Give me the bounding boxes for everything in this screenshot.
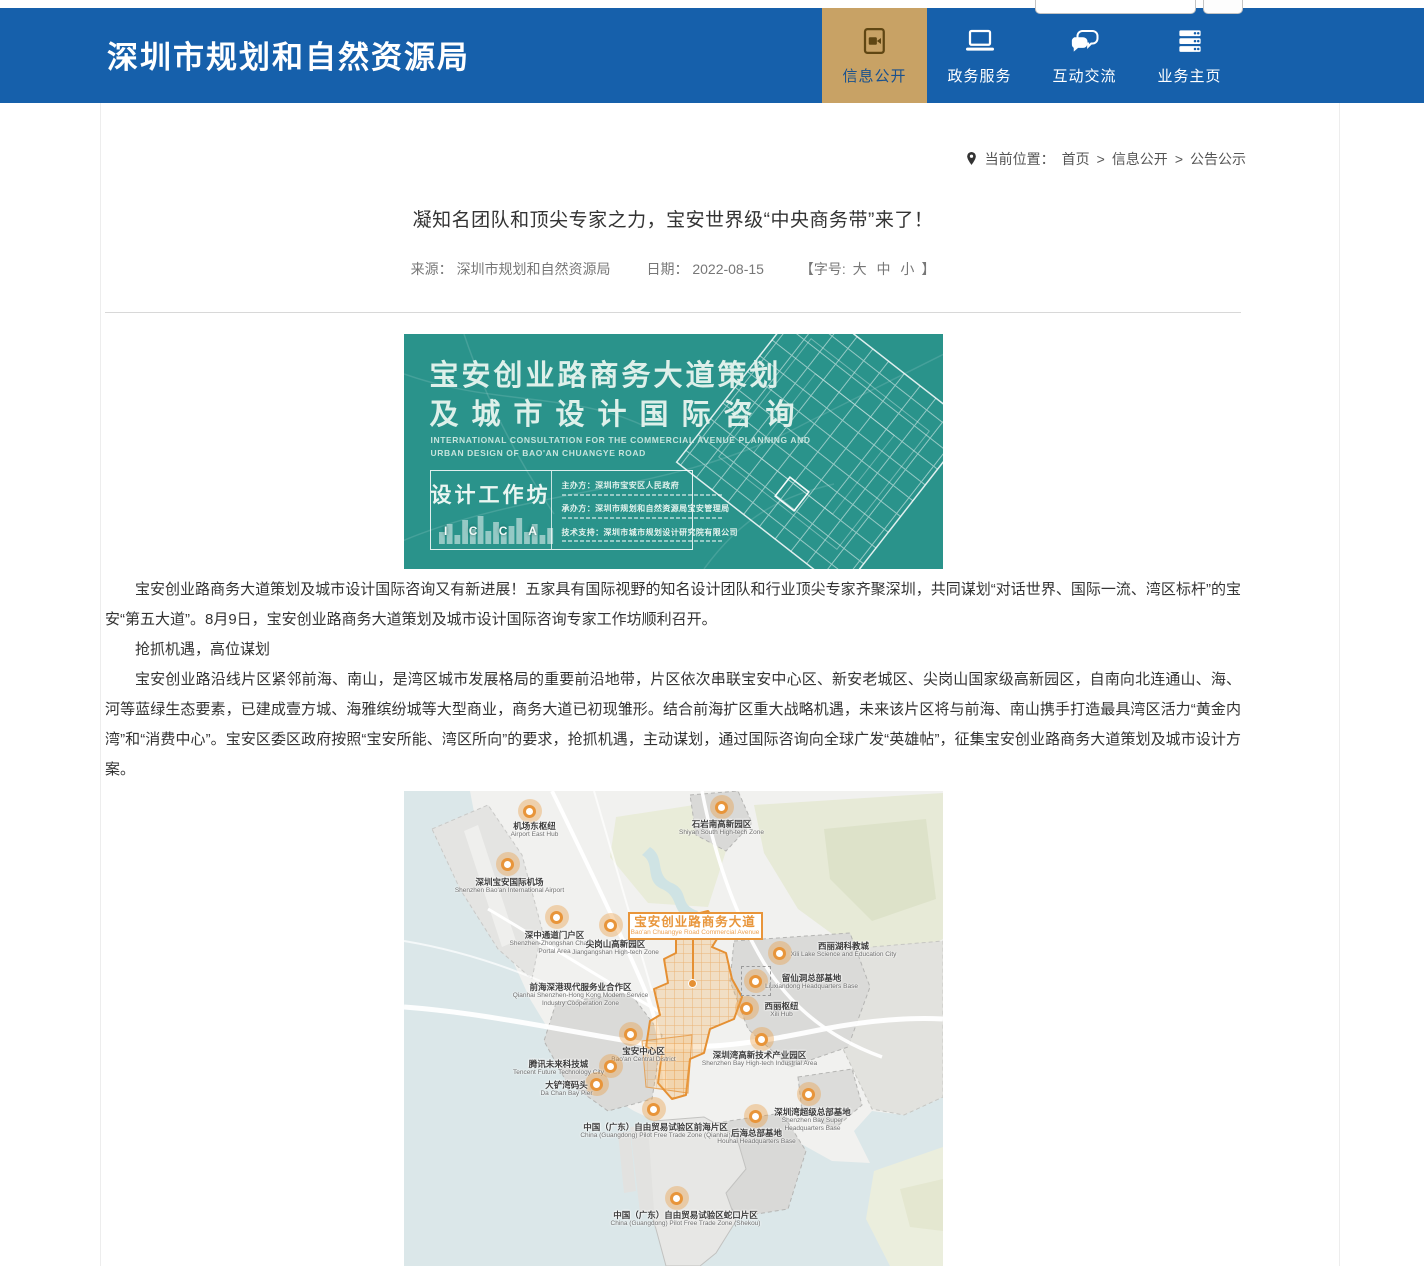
map-marker <box>755 1033 768 1046</box>
main-nav: 信息公开 政务服务 互动交流 业务主页 <box>822 8 1242 103</box>
map-marker <box>624 1028 637 1041</box>
meta-date-label: 日期： <box>646 261 688 277</box>
meta-source-value: 深圳市规划和自然资源局 <box>457 261 611 277</box>
server-icon <box>1175 26 1205 56</box>
tab-government-services[interactable]: 政务服务 <box>927 8 1032 103</box>
organizer-text: 承办方：深圳市规划和自然资源局宝安管理局 <box>562 503 738 514</box>
breadcrumb-info-link[interactable]: 信息公开 <box>1112 149 1168 169</box>
map-label: 中国（广东）自由贸易试验区蛇口片区China (Guangdong) Pilot… <box>593 1210 778 1228</box>
paragraph: 宝安创业路沿线片区紧邻前海、南山，是湾区城市发展格局的重要前沿地带，片区依次串联… <box>105 665 1241 785</box>
organizer-text: 主办方：深圳市宝安区人民政府 <box>562 480 738 491</box>
map-marker <box>604 919 617 932</box>
breadcrumb-separator: > <box>1175 151 1183 167</box>
workshop-acronym: I C C A <box>431 524 551 538</box>
map-marker <box>501 858 514 871</box>
map-marker <box>715 801 728 814</box>
paragraph: 宝安创业路商务大道策划及城市设计国际咨询又有新进展！五家具有国际视野的知名设计团… <box>105 575 1241 635</box>
map-marker <box>670 1192 683 1205</box>
map-label: 深圳宝安国际机场Shenzhen Bao'an International Ai… <box>435 877 585 895</box>
search-button[interactable] <box>1203 0 1243 14</box>
map-label: 前海深港现代服务业合作区Qianhai Shenzhen-Hong Kong M… <box>506 982 656 1007</box>
fontsize-prefix: 【字号: <box>800 261 846 277</box>
map-marker <box>647 1103 660 1116</box>
site-header: 深圳市规划和自然资源局 信息公开 政务服务 互动交流 <box>0 8 1424 103</box>
map-label: 石岩南高新园区Shiyan South High-tech Zone <box>662 819 782 837</box>
organizer-line: 主办方：深圳市宝安区人民政府 <box>562 480 738 496</box>
map-label: 西丽湖科教城Xili Lake Science and Education Ci… <box>779 941 909 959</box>
banner-title-line2: 及城市设计国际咨询 <box>430 391 808 433</box>
map-label: 后海总部基地Houhai Headquarters Base <box>702 1128 812 1146</box>
fontsize-medium[interactable]: 中 <box>877 261 891 277</box>
banner-subtitle-line1: INTERNATIONAL CONSULTATION FOR THE COMME… <box>431 435 811 445</box>
workshop-organizers: 主办方：深圳市宝安区人民政府 承办方：深圳市规划和自然资源局宝安管理局 技术支持… <box>552 471 746 549</box>
breadcrumb: 当前位置： 首页 > 信息公开 > 公告公示 <box>101 103 1339 169</box>
meta-date-value: 2022-08-15 <box>692 261 764 277</box>
tab-interaction[interactable]: 互动交流 <box>1032 8 1137 103</box>
map-label: 大铲湾码头Da Chan Bay Pier <box>522 1080 612 1098</box>
organizer-subtext-line <box>562 540 724 542</box>
chat-icon <box>1070 26 1100 56</box>
organizer-subtext-line <box>562 494 724 496</box>
workshop-left-panel: 设计工作坊 I C C A <box>431 471 552 549</box>
organizer-line: 承办方：深圳市规划和自然资源局宝安管理局 <box>562 503 738 519</box>
fontsize-suffix: 】 <box>921 261 935 277</box>
map-marker <box>523 805 536 818</box>
search-input[interactable] <box>1035 0 1196 14</box>
tab-information-disclosure[interactable]: 信息公开 <box>822 8 927 103</box>
map-label: 留仙洞总部基地Liuxiandong Headquarters Base <box>757 973 867 991</box>
document-icon <box>860 26 890 56</box>
map-area-label-box: 宝安创业路商务大道 Bao'an Chuangye Road Commercia… <box>628 912 763 940</box>
map-label: 机场东枢纽Airport East Hub <box>490 821 580 839</box>
map-label: 尖岗山高新园区Jiangangshan High-tech Zone <box>560 939 672 957</box>
article-map-image: 宝安创业路商务大道 Bao'an Chuangye Road Commercia… <box>404 791 943 1266</box>
location-pin-icon <box>965 151 978 167</box>
organizer-line: 技术支持：深圳市城市规划设计研究院有限公司 <box>562 527 738 543</box>
fontsize-small[interactable]: 小 <box>900 261 914 277</box>
paragraph: 抢抓机遇，高位谋划 <box>105 635 1241 665</box>
article-banner-image: 宝安创业路商务大道策划 及城市设计国际咨询 INTERNATIONAL CONS… <box>404 334 943 569</box>
banner-subtitle-line2: URBAN DESIGN OF BAO'AN CHUANGYE ROAD <box>431 448 646 458</box>
breadcrumb-separator: > <box>1097 151 1105 167</box>
banner-workshop-box: 设计工作坊 I C C A <box>430 470 693 550</box>
tab-label: 互动交流 <box>1052 65 1116 86</box>
article-title: 凝知名团队和顶尖专家之力，宝安世界级“中央商务带”来了！ <box>105 205 1241 232</box>
site-title: 深圳市规划和自然资源局 <box>107 32 470 77</box>
tab-label: 业务主页 <box>1157 65 1221 86</box>
map-marker <box>550 911 563 924</box>
map-area-subtitle: Bao'an Chuangye Road Commercial Avenue <box>631 929 760 937</box>
workshop-title: 设计工作坊 <box>431 479 551 509</box>
map-marker <box>802 1088 815 1101</box>
breadcrumb-prefix: 当前位置： <box>985 149 1055 169</box>
map-label-leader-line <box>692 940 694 982</box>
fontsize-large[interactable]: 大 <box>853 261 867 277</box>
article-body: 宝安创业路商务大道策划及城市设计国际咨询又有新进展！五家具有国际视野的知名设计团… <box>105 575 1241 785</box>
map-label-leader-dot <box>688 979 697 988</box>
map-label: 深圳湾高新技术产业园区Shenzhen Bay High-tech Indust… <box>685 1050 835 1068</box>
tab-label: 政务服务 <box>947 65 1011 86</box>
breadcrumb-notices-link[interactable]: 公告公示 <box>1190 149 1246 169</box>
meta-source-label: 来源： <box>411 261 453 277</box>
map-label: 西丽枢纽Xili Hub <box>747 1001 817 1019</box>
banner-title-line1: 宝安创业路商务大道策划 <box>430 352 782 394</box>
map-overlay: 宝安创业路商务大道 Bao'an Chuangye Road Commercia… <box>404 791 943 1266</box>
map-marker <box>749 1110 762 1123</box>
tab-label: 信息公开 <box>842 65 906 86</box>
tab-business-home[interactable]: 业务主页 <box>1137 8 1242 103</box>
map-area-title: 宝安创业路商务大道 <box>634 916 756 929</box>
divider <box>105 312 1241 313</box>
page-content: 当前位置： 首页 > 信息公开 > 公告公示 凝知名团队和顶尖专家之力，宝安世界… <box>100 103 1340 1266</box>
organizer-text: 技术支持：深圳市城市规划设计研究院有限公司 <box>562 527 738 538</box>
organizer-subtext-line <box>562 517 724 519</box>
breadcrumb-home-link[interactable]: 首页 <box>1062 149 1090 169</box>
laptop-icon <box>965 26 995 56</box>
article-meta: 来源： 深圳市规划和自然资源局 日期： 2022-08-15 【字号: 大 中 … <box>105 259 1241 279</box>
